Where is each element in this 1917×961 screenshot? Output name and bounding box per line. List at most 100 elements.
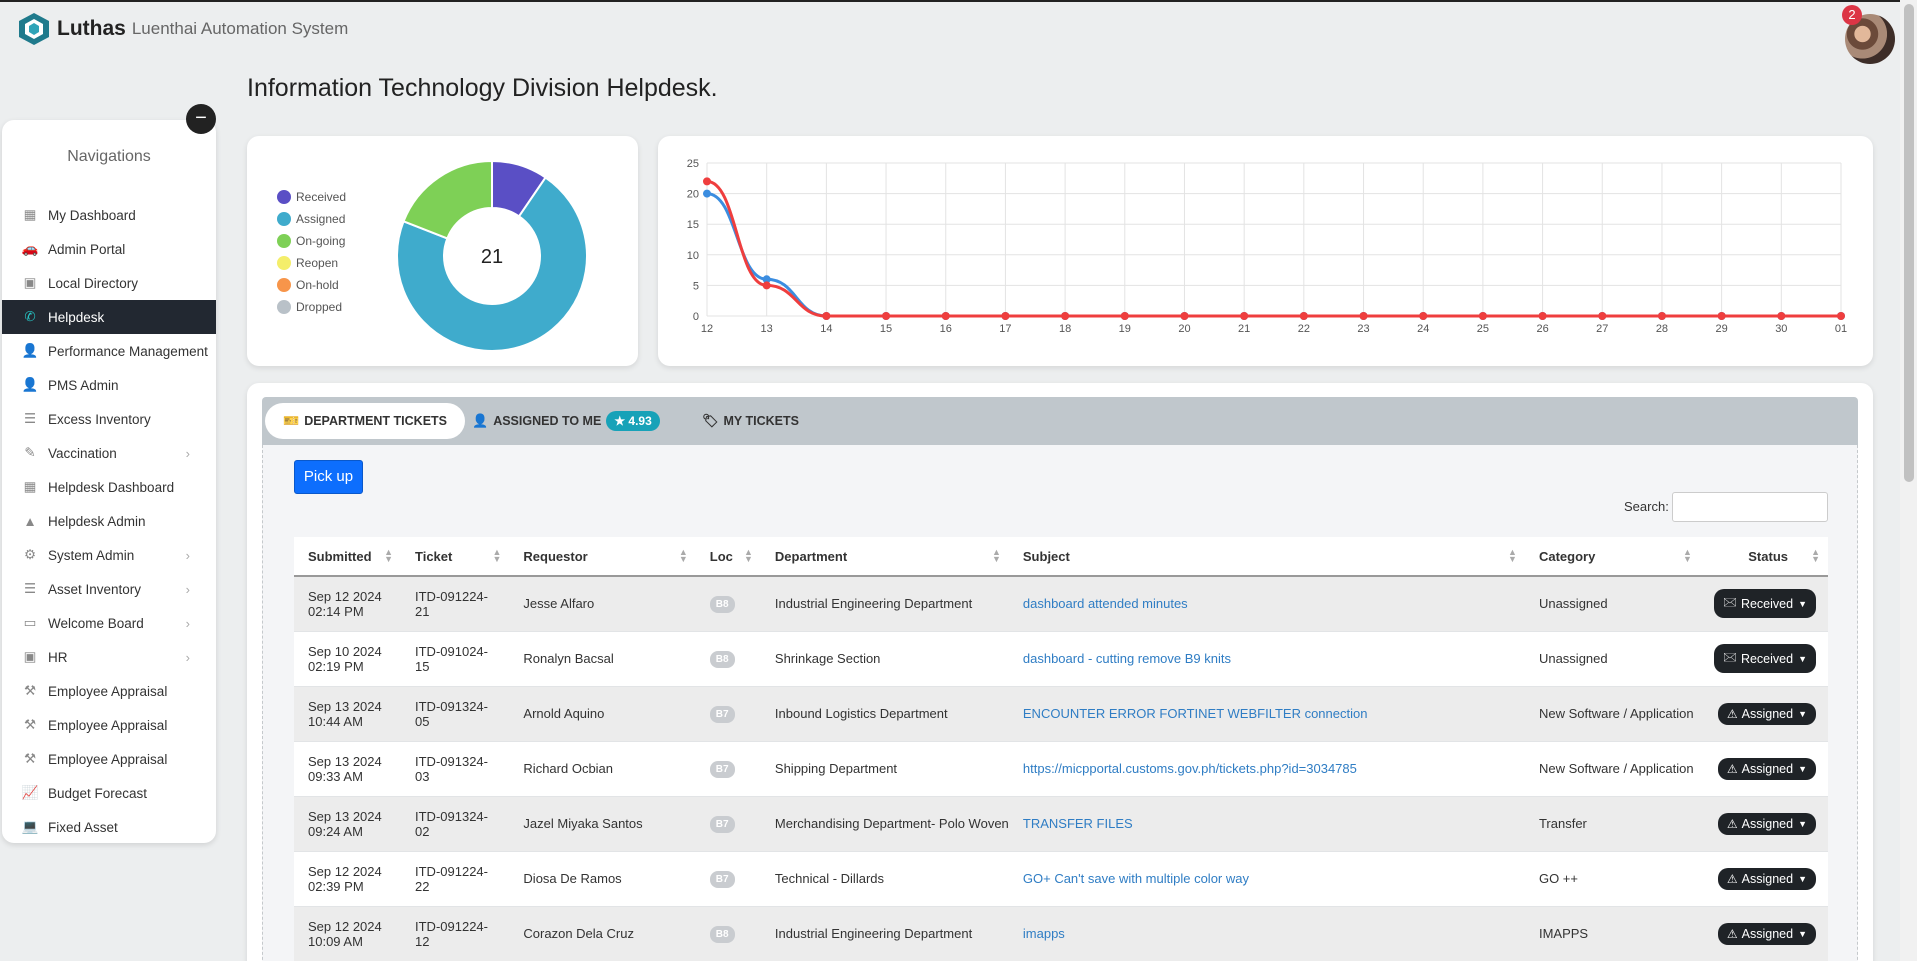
sidebar-item-performance-management[interactable]: 👤 Performance Management <box>2 334 216 368</box>
ticket-id: ITD-091324- <box>415 753 488 769</box>
subject-link[interactable]: TRANSFER FILES <box>1023 816 1133 831</box>
brand[interactable]: Luthas Luenthai Automation System <box>18 12 348 46</box>
sidebar-item-admin-portal[interactable]: 🚗 Admin Portal <box>2 232 216 266</box>
sort-icon[interactable]: ▲ ▼ <box>744 548 753 564</box>
sidebar-item-pms-admin[interactable]: 👤 PMS Admin <box>2 368 216 402</box>
sidebar-item-fixed-asset[interactable]: 💻 Fixed Asset <box>2 810 216 844</box>
inbox-icon: 🖂 <box>1722 595 1737 610</box>
sidebar-item-employee-appraisal[interactable]: ⚒ Employee Appraisal <box>2 742 216 776</box>
app-subtitle: Luenthai Automation System <box>131 19 349 38</box>
sidebar-item-local-directory[interactable]: ▣ Local Directory <box>2 266 216 300</box>
table-row[interactable]: Sep 10 2024 02:19 PM ITD-091024- 15 Ronalyn … <box>294 630 1828 686</box>
search-input[interactable] <box>1672 492 1828 522</box>
subject-link[interactable]: dashboard attended minutes <box>1023 596 1188 611</box>
x-tick-label: 23 <box>1357 323 1369 335</box>
gavel-icon: ⚒ <box>23 751 37 766</box>
status-dropdown[interactable]: 🖂 Received ▼ <box>1713 589 1816 619</box>
donut-slice-on-going[interactable] <box>402 159 493 240</box>
subject-link[interactable]: imapps <box>1023 926 1065 941</box>
x-tick-label: 27 <box>1596 323 1608 335</box>
top-bar: Luthas Luenthai Automation System 2 <box>0 0 1917 64</box>
legend-item[interactable]: Dropped <box>277 296 346 318</box>
pickup-button[interactable]: Pick up <box>294 460 363 494</box>
x-tick-label: 12 <box>701 323 713 335</box>
subject-link[interactable]: GO+ Can't save with multiple color way <box>1023 871 1249 886</box>
status-dropdown[interactable]: ⚠ Assigned ▼ <box>1717 812 1816 835</box>
tickets-table: Submitted ▲ ▼ Ticket ▲ ▼ Requestor ▲ ▼ Loc ▲ ▼ Depar… <box>294 537 1828 961</box>
star-icon: ★ <box>614 414 626 428</box>
scroll-thumb[interactable] <box>1904 4 1914 482</box>
collapse-sidebar-button[interactable]: − <box>186 104 216 134</box>
column-header-department[interactable]: Department ▲ ▼ <box>760 537 1009 577</box>
status-donut-chart: 21 <box>396 159 588 352</box>
submitted-date: Sep 13 2024 <box>308 753 382 769</box>
status-dropdown[interactable]: ⚠ Assigned ▼ <box>1717 702 1816 725</box>
sidebar-item-label: Fixed Asset <box>48 819 118 835</box>
sidebar-item-asset-inventory[interactable]: ☰ Asset Inventory › <box>2 572 216 606</box>
column-header-status[interactable]: Status ▲ ▼ <box>1699 537 1828 577</box>
legend-item[interactable]: Received <box>277 186 346 208</box>
legend-item[interactable]: On-hold <box>277 274 346 296</box>
column-header-loc[interactable]: Loc ▲ ▼ <box>695 537 761 577</box>
column-header-requestor[interactable]: Requestor ▲ ▼ <box>509 537 696 577</box>
sort-icon[interactable]: ▲ ▼ <box>1811 548 1820 564</box>
status-dropdown[interactable]: ⚠ Assigned ▼ <box>1717 757 1816 780</box>
sidebar-item-label: Helpdesk Dashboard <box>48 479 175 495</box>
table-row[interactable]: Sep 12 2024 10:09 AM ITD-091224- 12 Corazon … <box>294 905 1828 961</box>
status-label: Assigned <box>1741 871 1794 886</box>
sidebar-item-budget-forecast[interactable]: 📈 Budget Forecast <box>2 776 216 810</box>
trend-line-chart: 0 5 10 15 20 25 12 13 14 15 16 17 18 19 20 21 22 23 24 25 26… <box>687 158 1847 335</box>
table-row[interactable]: Sep 12 2024 02:14 PM ITD-091224- 21 Jesse Al… <box>294 575 1828 631</box>
column-header-subject[interactable]: Subject ▲ ▼ <box>1008 537 1525 577</box>
sidebar-item-system-admin[interactable]: ⚙ System Admin › <box>2 538 216 572</box>
subject-link[interactable]: dashboard - cutting remove B9 knits <box>1023 651 1231 666</box>
table-row[interactable]: Sep 13 2024 09:33 AM ITD-091324- 03 Richard … <box>294 740 1828 796</box>
sidebar-item-label: Budget Forecast <box>48 785 148 801</box>
column-header-ticket[interactable]: Ticket ▲ ▼ <box>401 537 510 577</box>
legend-item[interactable]: On-going <box>277 230 346 252</box>
subject-link[interactable]: ENCOUNTER ERROR FORTINET WEBFILTER conne… <box>1023 706 1368 721</box>
table-row[interactable]: Sep 12 2024 02:39 PM ITD-091224- 22 Diosa De… <box>294 850 1828 906</box>
column-header-submitted[interactable]: Submitted ▲ ▼ <box>294 537 401 577</box>
status-dropdown[interactable]: ⚠ Assigned ▼ <box>1717 867 1816 890</box>
sort-icon[interactable]: ▲ ▼ <box>1508 548 1517 564</box>
department: Industrial Engineering Department <box>774 926 973 942</box>
sidebar-item-employee-appraisal[interactable]: ⚒ Employee Appraisal <box>2 708 216 742</box>
tab-assigned-to-me[interactable]: 👤 ASSIGNED TO ME ★ 4.93 <box>454 403 678 439</box>
sidebar-item-helpdesk-dashboard[interactable]: ▦ Helpdesk Dashboard <box>2 470 216 504</box>
sidebar-item-my-dashboard[interactable]: ▦ My Dashboard <box>2 198 216 232</box>
sidebar-item-hr[interactable]: ▣ HR › <box>2 640 216 674</box>
legend-label: Dropped <box>296 300 343 314</box>
sort-icon[interactable]: ▲ ▼ <box>493 548 502 564</box>
sort-icon[interactable]: ▲ ▼ <box>679 548 688 564</box>
sidebar-item-helpdesk-admin[interactable]: ▲ Helpdesk Admin <box>2 504 216 538</box>
x-tick-label: 20 <box>1178 323 1190 335</box>
legend-item[interactable]: Reopen <box>277 252 346 274</box>
caret-down-icon: ▼ <box>1798 708 1807 719</box>
status-dropdown[interactable]: 🖂 Received ▼ <box>1713 644 1816 673</box>
sort-icon[interactable]: ▲ ▼ <box>992 548 1001 564</box>
sort-icon[interactable]: ▲ ▼ <box>1683 548 1692 564</box>
page-scrollbar[interactable] <box>1900 0 1917 961</box>
sidebar-item-helpdesk[interactable]: ✆ Helpdesk <box>2 300 216 334</box>
tab-department-tickets[interactable]: 🎫 DEPARTMENT TICKETS <box>265 403 466 439</box>
sidebar-item-excess-inventory[interactable]: ☰ Excess Inventory <box>2 402 216 436</box>
sidebar-item-vaccination[interactable]: ✎ Vaccination › <box>2 436 216 470</box>
sidebar-item-label: Employee Appraisal <box>48 717 168 733</box>
table-row[interactable]: Sep 13 2024 10:44 AM ITD-091324- 05 Arnold A… <box>294 685 1828 741</box>
tab-my-tickets[interactable]: 🏷 MY TICKETS <box>684 403 817 439</box>
subject-link[interactable]: https://micpportal.customs.gov.ph/ticket… <box>1023 761 1357 776</box>
column-header-category[interactable]: Category ▲ ▼ <box>1524 537 1700 577</box>
sort-icon[interactable]: ▲ ▼ <box>384 548 393 564</box>
table-row[interactable]: Sep 13 2024 09:24 AM ITD-091324- 02 Jazel Mi… <box>294 795 1828 851</box>
list-icon: ☰ <box>23 581 37 596</box>
ticket-id-suffix: 02 <box>415 823 430 839</box>
y-tick-label: 15 <box>687 219 699 231</box>
sidebar-item-employee-appraisal[interactable]: ⚒ Employee Appraisal <box>2 674 216 708</box>
sidebar-item-welcome-board[interactable]: ▭ Welcome Board › <box>2 606 216 640</box>
legend-item[interactable]: Assigned <box>277 208 346 230</box>
data-point <box>1240 312 1249 320</box>
notification-badge[interactable]: 2 <box>1842 5 1862 25</box>
sidebar-item-label: Employee Appraisal <box>48 751 168 767</box>
status-dropdown[interactable]: ⚠ Assigned ▼ <box>1717 922 1816 945</box>
